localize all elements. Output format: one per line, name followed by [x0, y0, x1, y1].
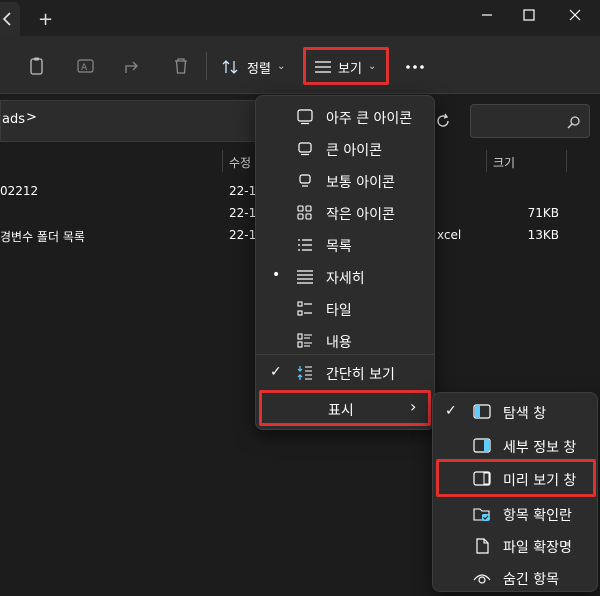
menu-item-label: 목록 — [326, 239, 352, 255]
menu-item-list[interactable]: 목록 — [256, 230, 434, 260]
menu-item-label: 항목 확인란 — [503, 508, 572, 524]
maximize-icon[interactable] — [519, 6, 539, 24]
menu-item-file-extension[interactable]: 파일 확장명 — [433, 531, 597, 561]
file-size: 13KB — [527, 228, 559, 242]
menu-item-content[interactable]: 내용 — [256, 326, 434, 356]
menu-item-label: 타일 — [326, 303, 352, 319]
sort-label: 정렬 — [247, 62, 271, 77]
menu-item-label: 탐색 창 — [503, 406, 547, 422]
file-extension-icon — [476, 538, 489, 554]
menu-item-label: 세부 정보 창 — [503, 440, 577, 456]
new-tab-button[interactable]: + — [38, 11, 53, 29]
menu-item-label: 보통 아이콘 — [326, 175, 395, 191]
menu-item-navigation-pane[interactable]: ✓ 탐색 창 — [433, 397, 597, 427]
menu-item-details[interactable]: • 자세히 — [256, 262, 434, 292]
breadcrumb-current[interactable]: ads — [2, 112, 25, 127]
file-type: xcel — [437, 228, 462, 242]
compact-view-icon — [297, 366, 312, 380]
checkmark-icon: ✓ — [445, 403, 457, 419]
large-icons-icon — [298, 142, 312, 156]
menu-item-label: 아주 큰 아이콘 — [326, 111, 413, 127]
chevron-down-icon: ⌄ — [277, 61, 286, 72]
minimize-icon[interactable] — [477, 6, 497, 24]
menu-item-details-pane[interactable]: 세부 정보 창 — [433, 431, 597, 461]
menu-item-extra-large-icons[interactable]: 아주 큰 아이콘 — [256, 102, 434, 132]
menu-item-label: 미리 보기 창 — [503, 473, 577, 489]
menu-item-label: 내용 — [326, 335, 352, 351]
delete-icon[interactable] — [171, 56, 191, 76]
menu-item-large-icons[interactable]: 큰 아이콘 — [256, 134, 434, 164]
menu-item-label: 작은 아이콘 — [326, 207, 395, 223]
breadcrumb-separator: > — [26, 110, 37, 125]
column-divider[interactable] — [222, 150, 223, 172]
column-divider[interactable] — [486, 150, 487, 172]
toolbar-divider — [206, 52, 207, 80]
menu-item-label: 자세히 — [326, 271, 365, 287]
menu-item-label: 파일 확장명 — [503, 540, 572, 556]
hidden-items-icon — [473, 574, 491, 584]
chevron-down-icon: ⌄ — [368, 61, 377, 72]
medium-icons-icon — [299, 174, 311, 187]
search-icon — [567, 116, 580, 129]
checkmark-icon: ✓ — [270, 364, 282, 380]
preview-pane-icon — [473, 471, 491, 486]
item-checkbox-icon — [473, 508, 490, 521]
menu-separator — [256, 354, 434, 355]
navigation-pane-icon — [473, 404, 491, 419]
menu-item-preview-pane[interactable]: 미리 보기 창 — [436, 459, 596, 497]
menu-item-label: 숨긴 항목 — [503, 572, 559, 588]
menu-item-compact-view[interactable]: ✓ 간단히 보기 — [256, 358, 434, 388]
content-icon — [297, 333, 312, 348]
show-submenu: ✓ 탐색 창 세부 정보 창 미리 보기 창 항목 확인란 파일 확장명 숨긴 … — [432, 392, 598, 592]
file-name: 경변수 폴더 목록 — [0, 230, 85, 244]
menu-item-small-icons[interactable]: 작은 아이콘 — [256, 198, 434, 228]
view-lines-icon — [315, 61, 331, 73]
title-bar — [0, 0, 600, 36]
column-header-size[interactable]: 크기 — [493, 154, 515, 171]
file-name: 02212 — [0, 184, 39, 198]
sort-button[interactable]: 정렬 ⌄ — [221, 56, 293, 78]
column-header-modified[interactable]: 수정 — [229, 154, 251, 171]
view-label: 보기 — [338, 62, 362, 77]
tiles-icon — [297, 301, 312, 316]
rename-icon[interactable]: A — [76, 56, 96, 76]
small-icons-icon — [297, 205, 312, 220]
file-date: 22-1 — [229, 206, 257, 220]
extra-large-icons-icon — [297, 109, 313, 125]
details-icon — [297, 270, 313, 284]
menu-item-hidden-items[interactable]: 숨긴 항목 — [433, 563, 597, 593]
menu-item-tiles[interactable]: 타일 — [256, 294, 434, 324]
copy-icon[interactable] — [27, 56, 47, 76]
menu-item-label: 간단히 보기 — [326, 367, 395, 383]
view-menu: 아주 큰 아이콘 큰 아이콘 보통 아이콘 작은 아이콘 목록 • 자세히 타일… — [255, 95, 435, 430]
menu-item-label: 큰 아이콘 — [326, 143, 382, 159]
search-input[interactable] — [470, 104, 590, 138]
sort-icon — [222, 60, 238, 74]
refresh-icon — [437, 113, 449, 127]
more-icon[interactable] — [404, 57, 426, 77]
details-pane-icon — [473, 438, 491, 453]
file-size: 71KB — [527, 206, 559, 220]
view-button[interactable]: 보기 ⌄ — [303, 47, 389, 85]
menu-item-item-checkbox[interactable]: 항목 확인란 — [433, 499, 597, 529]
file-date: 22-1 — [229, 228, 257, 242]
menu-item-show[interactable]: 표시 › — [259, 390, 431, 426]
chevron-right-icon: › — [410, 397, 417, 416]
menu-item-medium-icons[interactable]: 보통 아이콘 — [256, 166, 434, 196]
svg-text:A: A — [81, 63, 88, 73]
close-icon[interactable] — [565, 6, 585, 24]
list-icon — [298, 239, 312, 251]
file-date: 22-1 — [229, 184, 257, 198]
menu-item-label: 표시 — [328, 403, 354, 419]
column-divider[interactable] — [566, 150, 567, 172]
share-icon[interactable] — [122, 56, 142, 76]
selected-bullet-icon: • — [272, 267, 281, 283]
tab-close-icon[interactable] — [2, 12, 12, 29]
